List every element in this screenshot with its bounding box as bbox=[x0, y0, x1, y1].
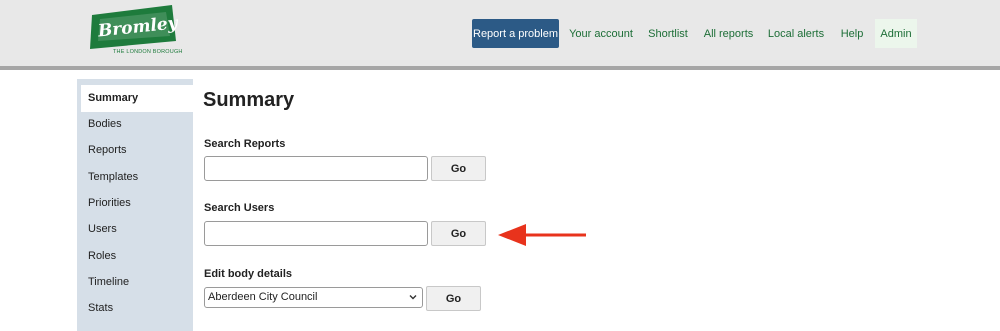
sidebar-item-priorities[interactable]: Priorities bbox=[77, 190, 193, 217]
admin-sidebar: Summary Bodies Reports Templates Priorit… bbox=[77, 79, 193, 331]
sidebar-item-stats[interactable]: Stats bbox=[77, 295, 193, 322]
page-title: Summary bbox=[203, 89, 295, 111]
edit-body-go-button[interactable]: Go bbox=[426, 286, 481, 311]
site-header: Bromley THE LONDON BOROUGH Report a prob… bbox=[0, 0, 1000, 66]
body-select-value: Aberdeen City Council bbox=[208, 291, 318, 303]
report-problem-button[interactable]: Report a problem bbox=[472, 19, 559, 48]
body-select[interactable]: Aberdeen City Council bbox=[204, 287, 423, 308]
nav-shortlist[interactable]: Shortlist bbox=[643, 19, 693, 48]
nav-all-reports[interactable]: All reports bbox=[701, 19, 756, 48]
chevron-down-icon bbox=[409, 295, 417, 300]
nav-admin[interactable]: Admin bbox=[875, 19, 917, 48]
search-users-go-button[interactable]: Go bbox=[431, 221, 486, 246]
header-divider bbox=[0, 66, 1000, 70]
sidebar-item-templates[interactable]: Templates bbox=[77, 164, 193, 191]
search-reports-label: Search Reports bbox=[204, 138, 286, 150]
logo-tagline: THE LONDON BOROUGH bbox=[113, 49, 183, 55]
sidebar-item-summary[interactable]: Summary bbox=[81, 85, 193, 112]
search-users-label: Search Users bbox=[204, 202, 275, 214]
sidebar-item-bodies[interactable]: Bodies bbox=[77, 111, 193, 138]
annotation-arrow-icon bbox=[498, 224, 586, 246]
sidebar-item-reports[interactable]: Reports bbox=[77, 137, 193, 164]
sidebar-item-users[interactable]: Users bbox=[77, 216, 193, 243]
search-reports-input[interactable] bbox=[204, 156, 428, 181]
nav-help[interactable]: Help bbox=[836, 19, 868, 48]
nav-local-alerts[interactable]: Local alerts bbox=[764, 19, 828, 48]
sidebar-item-timeline[interactable]: Timeline bbox=[77, 269, 193, 296]
search-reports-go-button[interactable]: Go bbox=[431, 156, 486, 181]
sidebar-item-roles[interactable]: Roles bbox=[77, 243, 193, 270]
nav-your-account[interactable]: Your account bbox=[566, 19, 636, 48]
search-users-input[interactable] bbox=[204, 221, 428, 246]
edit-body-label: Edit body details bbox=[204, 268, 293, 280]
